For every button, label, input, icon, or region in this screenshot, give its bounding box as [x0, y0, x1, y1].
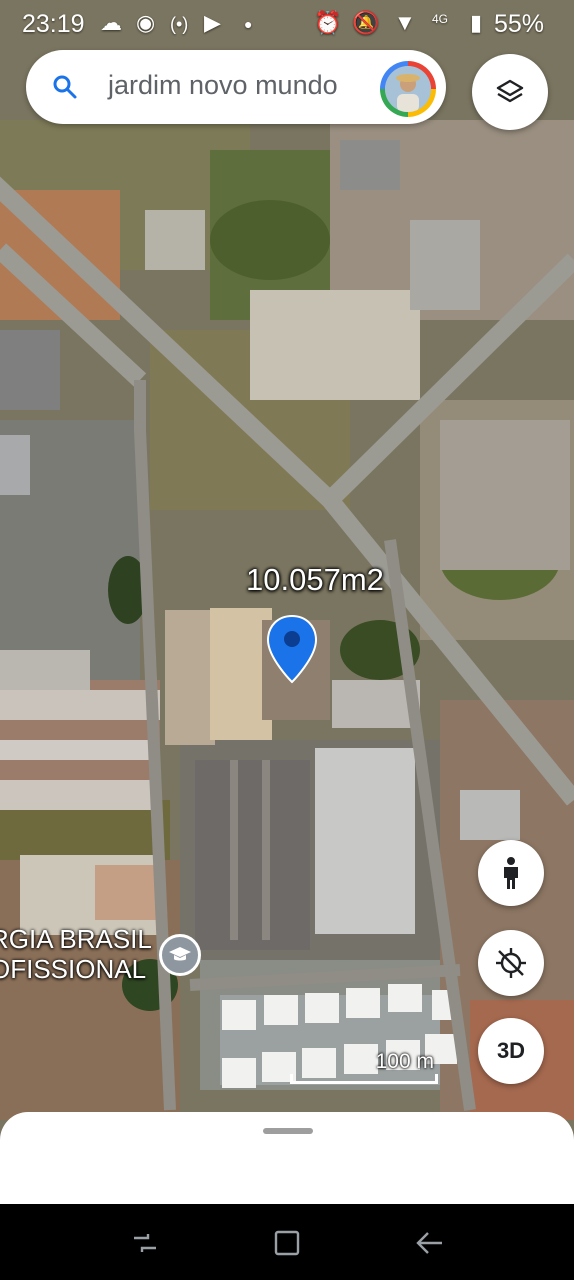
search-bar[interactable]: jardim novo mundo	[26, 50, 446, 124]
search-input[interactable]: jardim novo mundo	[108, 70, 338, 101]
location-pin-icon[interactable]	[266, 614, 318, 684]
place-label-line1: RGIA BRASIL	[0, 924, 152, 954]
status-time: 23:19	[22, 10, 85, 38]
area-measurement-label: 10.057m2	[246, 562, 384, 597]
hotspot-icon: (•)	[170, 14, 189, 34]
search-icon[interactable]	[52, 74, 78, 100]
battery-icon: ▮	[470, 10, 483, 35]
battery-percent: 55%	[493, 10, 544, 38]
eye-icon: ◉	[136, 10, 156, 35]
graduation-cap-icon[interactable]	[159, 934, 201, 976]
place-label-line2: OFISSIONAL	[0, 954, 147, 984]
status-bar: 23:19 ☁ ◉ (•) ▶ ● ⏰ 🔕 ▼ 4G ▮ 55%	[0, 0, 574, 50]
cloud-sync-icon: ☁	[100, 10, 122, 35]
scale-label: 100 m	[375, 1050, 434, 1073]
3d-toggle-button[interactable]: 3D	[478, 1018, 544, 1084]
street-view-button[interactable]	[478, 840, 544, 906]
home-icon[interactable]	[272, 1230, 302, 1256]
place-label[interactable]: RGIA BRASIL OFISSIONAL	[0, 924, 152, 984]
wifi-icon: ▼	[394, 10, 416, 35]
pegman-icon	[504, 857, 518, 889]
back-icon[interactable]	[414, 1230, 444, 1256]
system-nav-bar	[0, 1204, 574, 1280]
layers-icon	[496, 79, 524, 103]
layers-button[interactable]	[472, 54, 548, 130]
recents-icon[interactable]	[130, 1230, 160, 1256]
scale-bar: 100 m	[290, 1050, 438, 1084]
alarm-icon: ⏰	[314, 10, 342, 35]
drag-handle[interactable]	[263, 1128, 313, 1134]
dot-icon: ●	[244, 16, 253, 32]
lte-icon: 4G	[432, 12, 449, 26]
youtube-icon: ▶	[204, 10, 221, 35]
profile-photo	[385, 66, 431, 112]
mute-icon: 🔕	[352, 10, 380, 35]
my-location-button[interactable]	[478, 930, 544, 996]
location-disabled-icon	[496, 948, 526, 978]
avatar[interactable]	[380, 61, 436, 117]
bottom-sheet[interactable]	[0, 1112, 574, 1212]
scale-bar-line	[290, 1074, 438, 1084]
